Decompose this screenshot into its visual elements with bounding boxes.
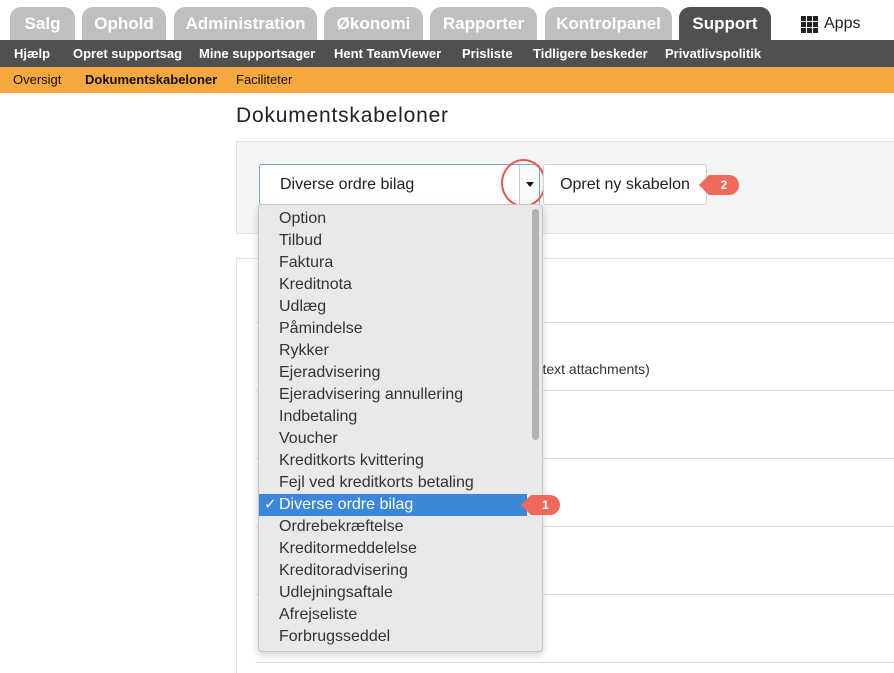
checkmark-icon: ✓ (264, 496, 277, 513)
apps-button[interactable]: Apps (801, 13, 860, 35)
subnav-privatlivspolitik[interactable]: Privatlivspolitik (665, 40, 761, 67)
caret-down-icon (526, 182, 534, 187)
support-subnav: Hjælp Opret supportsag Mine supportsager… (0, 40, 894, 67)
option-indbetaling[interactable]: Indbetaling (259, 406, 527, 428)
tab-kontrolpanel[interactable]: Kontrolpanel (545, 7, 672, 40)
option-forbrugsseddel[interactable]: Forbrugsseddel (259, 626, 527, 648)
tab-support[interactable]: Support (679, 7, 771, 40)
option-fejl-ved-kreditkorts-betaling[interactable]: Fejl ved kreditkorts betaling (259, 472, 527, 494)
nav-dokumentskabeloner[interactable]: Dokumentskabeloner (85, 67, 217, 93)
apps-label: Apps (824, 15, 861, 32)
nav-faciliteter[interactable]: Faciliteter (236, 67, 292, 93)
subnav-tidligere-beskeder[interactable]: Tidligere beskeder (533, 40, 648, 67)
create-template-button[interactable]: Opret ny skabelon (543, 164, 707, 205)
tab-ophold[interactable]: Ophold (82, 7, 166, 40)
step-marker-1: 1 (521, 495, 560, 515)
option-ejeradvisering[interactable]: Ejeradvisering (259, 362, 527, 384)
option-label: Diverse ordre bilag (279, 496, 414, 513)
select-toggle[interactable] (519, 165, 539, 204)
option-kreditkorts-kvittering[interactable]: Kreditkorts kvittering (259, 450, 527, 472)
option-voucher[interactable]: Voucher (259, 428, 527, 450)
option-option[interactable]: Option (259, 208, 527, 230)
subnav-hent-teamviewer[interactable]: Hent TeamViewer (334, 40, 441, 67)
subnav-opret-supportsag[interactable]: Opret supportsag (73, 40, 182, 67)
tab-rapporter[interactable]: Rapporter (430, 7, 537, 40)
option-tilbud[interactable]: Tilbud (259, 230, 527, 252)
option-udlejningsaftale[interactable]: Udlejningsaftale (259, 582, 527, 604)
template-dropdown-list: Option Tilbud Faktura Kreditnota Udlæg P… (258, 204, 543, 652)
nav-oversigt[interactable]: Oversigt (13, 67, 61, 93)
option-udlaeg[interactable]: Udlæg (259, 296, 527, 318)
subnav-mine-supportsager[interactable]: Mine supportsager (199, 40, 315, 67)
option-diverse-ordre-bilag[interactable]: ✓ Diverse ordre bilag (259, 494, 527, 516)
template-select[interactable]: Diverse ordre bilag (259, 164, 540, 205)
subnav-hjaelp[interactable]: Hjælp (14, 40, 50, 67)
subnav-prisliste[interactable]: Prisliste (462, 40, 513, 67)
step-marker-2: 2 (699, 175, 739, 195)
option-ejeradvisering-annullering[interactable]: Ejeradvisering annullering (259, 384, 527, 406)
option-paamindelse[interactable]: Påmindelse (259, 318, 527, 340)
option-kreditormeddelelse[interactable]: Kreditormeddelelse (259, 538, 527, 560)
main-tabbar: Salg Ophold Administration Økonomi Rappo… (0, 0, 894, 40)
tab-administration[interactable]: Administration (174, 7, 317, 40)
option-rykker[interactable]: Rykker (259, 340, 527, 362)
template-select-value: Diverse ordre bilag (280, 176, 415, 193)
grid-icon (801, 15, 818, 33)
option-kreditoradvisering[interactable]: Kreditoradvisering (259, 560, 527, 582)
option-faktura[interactable]: Faktura (259, 252, 527, 274)
page-title: Dokumentskabeloner (236, 104, 449, 127)
dropdown-scrollbar[interactable] (532, 209, 539, 440)
option-ordrebekraeftelse[interactable]: Ordrebekræftelse (259, 516, 527, 538)
tab-okonomi[interactable]: Økonomi (324, 7, 423, 40)
option-kreditnota[interactable]: Kreditnota (259, 274, 527, 296)
divider (256, 662, 894, 663)
section-nav: Oversigt Dokumentskabeloner Faciliteter (0, 67, 894, 93)
option-afrejseliste[interactable]: Afrejseliste (259, 604, 527, 626)
tab-salg[interactable]: Salg (10, 7, 75, 40)
